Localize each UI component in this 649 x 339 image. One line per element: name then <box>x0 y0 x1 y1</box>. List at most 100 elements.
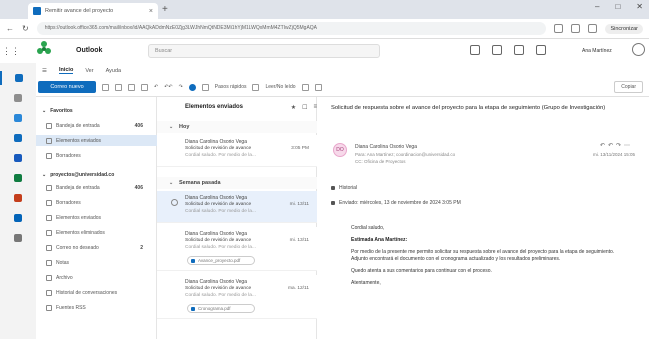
url-field[interactable]: https://outlook.office365.com/mail/inbox… <box>36 22 547 35</box>
message-item[interactable]: Diana Carolina Osorio Vega Solicitud de r… <box>157 191 317 223</box>
folder-item[interactable]: Historial de conversaciones <box>36 287 157 298</box>
message-group-header[interactable]: ⌄ Hoy <box>157 121 317 133</box>
settings-icon[interactable] <box>514 45 524 55</box>
read-unread-button[interactable]: Leer/No leído <box>265 84 295 90</box>
delete-icon[interactable] <box>102 83 109 91</box>
pin-icon[interactable] <box>314 83 322 91</box>
categorize-icon[interactable] <box>188 83 196 91</box>
tab-close-icon[interactable]: × <box>149 8 153 15</box>
flag-icon[interactable] <box>301 83 309 91</box>
quick-steps-icon[interactable] <box>201 83 209 91</box>
chevron-down-icon[interactable]: ⌄ <box>169 121 173 133</box>
collections-icon[interactable] <box>588 24 598 33</box>
message-item[interactable]: Diana Carolina Osorio Vega Solicitud de r… <box>157 227 317 271</box>
rail-people[interactable] <box>0 111 36 125</box>
browser-tab[interactable]: Remitir avance del proyecto × <box>28 3 158 19</box>
back-icon[interactable]: ← <box>6 24 14 33</box>
cc-recipients: CC: Oficina de Proyectos <box>355 159 406 164</box>
people-icon <box>14 114 22 122</box>
read-unread-icon[interactable] <box>252 83 260 91</box>
folder-item[interactable]: Correo no deseado 2 <box>36 242 157 253</box>
maximize-button[interactable]: □ <box>615 2 620 11</box>
forward-icon[interactable]: ↷ <box>179 84 183 90</box>
message-item[interactable]: Diana Carolina Osorio Vega Solicitud de r… <box>157 135 317 167</box>
folder-item[interactable]: Fuentes RSS <box>36 302 157 313</box>
rail-onedrive[interactable] <box>0 211 36 225</box>
tab-ayuda[interactable]: Ayuda <box>106 68 122 74</box>
search-input[interactable]: Buscar <box>148 44 380 58</box>
sender-name[interactable]: Diana Carolina Osorio Vega <box>355 144 417 150</box>
reply-icon[interactable]: ↶ <box>154 84 158 90</box>
notifications-icon[interactable] <box>492 45 502 55</box>
quick-steps-button[interactable]: Pasos rápidos <box>215 84 247 90</box>
rail-calendar[interactable] <box>0 91 36 105</box>
reply-all-icon[interactable]: ↶ <box>608 143 616 149</box>
attachment-chip[interactable]: Cronograma.pdf <box>187 304 255 313</box>
message-group-header[interactable]: ⌄ Semana pasada <box>157 177 317 189</box>
folder-icon <box>46 152 52 159</box>
folder-item[interactable]: Borradores <box>36 197 157 208</box>
tab-inicio[interactable]: Inicio <box>58 67 74 74</box>
sender-avatar[interactable]: DO <box>333 143 347 157</box>
rail-excel[interactable] <box>0 171 36 185</box>
folder-item[interactable]: Elementos eliminados <box>36 227 157 238</box>
select-radio[interactable] <box>171 199 178 206</box>
rail-apps[interactable] <box>0 231 36 245</box>
folder-section[interactable]: ⌄ proyectos@universidad.co <box>36 169 157 180</box>
folder-item[interactable]: Archivo <box>36 272 157 283</box>
attachment-chip[interactable]: Avance_proyecto.pdf <box>187 256 255 265</box>
message-actions: ↶↶↷⋯ <box>600 142 633 149</box>
folder-item[interactable]: Bandeja de entrada 406 <box>36 120 157 131</box>
app-name: Outlook <box>76 47 103 54</box>
archive-icon[interactable] <box>115 83 122 91</box>
more-icon[interactable]: ⋯ <box>624 143 633 149</box>
message-date: mi. 13/11 <box>289 238 309 243</box>
rail-word[interactable] <box>0 151 36 165</box>
close-window-button[interactable]: ✕ <box>636 2 643 11</box>
recipients: Para: Ana Martínez; coordinacion@univers… <box>355 152 456 157</box>
folder-item[interactable]: Notas <box>36 257 157 268</box>
message-date: mi. 13/11/2024 15:05 <box>593 152 635 157</box>
rail-todo[interactable] <box>0 131 36 145</box>
folder-icon <box>46 304 52 311</box>
rail-powerpoint[interactable] <box>0 191 36 205</box>
calendar-icon <box>14 94 22 102</box>
copy-button[interactable]: Copiar <box>614 81 643 93</box>
folder-label: proyectos@universidad.co <box>50 171 115 178</box>
refresh-icon[interactable]: ↻ <box>22 24 29 33</box>
extensions-icon[interactable] <box>571 24 581 33</box>
folder-section[interactable]: ⌄ Favoritos <box>36 105 157 116</box>
history-bar[interactable]: Historial <box>331 183 631 193</box>
message-item[interactable]: Diana Carolina Osorio Vega Solicitud de r… <box>157 275 317 319</box>
history-label: Historial <box>339 185 358 191</box>
reply-all-icon[interactable]: ↶↶ <box>164 84 172 90</box>
folder-label: Notas <box>56 259 70 266</box>
reply-icon[interactable]: ↶ <box>600 143 608 149</box>
rail-mail[interactable] <box>0 71 36 85</box>
folder-item[interactable]: Elementos enviados <box>36 212 157 223</box>
account-avatar[interactable] <box>632 43 645 56</box>
favorite-star-icon[interactable]: ★ <box>291 104 296 111</box>
minimize-button[interactable]: – <box>595 2 599 11</box>
folder-icon <box>46 122 52 129</box>
teams-icon[interactable] <box>470 45 480 55</box>
folder-label: Archivo <box>56 274 73 281</box>
message-list-header: Elementos enviados ★ ☐ ≡ <box>157 97 317 117</box>
new-mail-button[interactable]: Correo nuevo <box>38 81 96 93</box>
move-icon[interactable] <box>141 83 148 91</box>
tips-icon[interactable] <box>536 45 546 55</box>
select-icon[interactable]: ☐ <box>302 104 307 111</box>
hamburger-icon[interactable]: ☰ <box>42 68 47 74</box>
body-paragraph-1: Por medio de la presente me permito soli… <box>351 249 615 262</box>
new-tab-button[interactable]: + <box>162 4 168 15</box>
folder-item[interactable]: Elementos enviados <box>36 135 157 146</box>
report-icon[interactable] <box>128 83 135 91</box>
forward-icon[interactable]: ↷ <box>616 143 624 149</box>
favorites-icon[interactable] <box>554 24 564 33</box>
folder-item[interactable]: Borradores <box>36 150 157 161</box>
app-launcher-icon[interactable]: ⋮⋮ <box>2 46 20 57</box>
folder-item[interactable]: Bandeja de entrada 406 <box>36 182 157 193</box>
chevron-down-icon[interactable]: ⌄ <box>169 177 173 189</box>
profile-button[interactable]: Sincronizar <box>605 23 643 34</box>
tab-ver[interactable]: Ver <box>85 68 93 74</box>
